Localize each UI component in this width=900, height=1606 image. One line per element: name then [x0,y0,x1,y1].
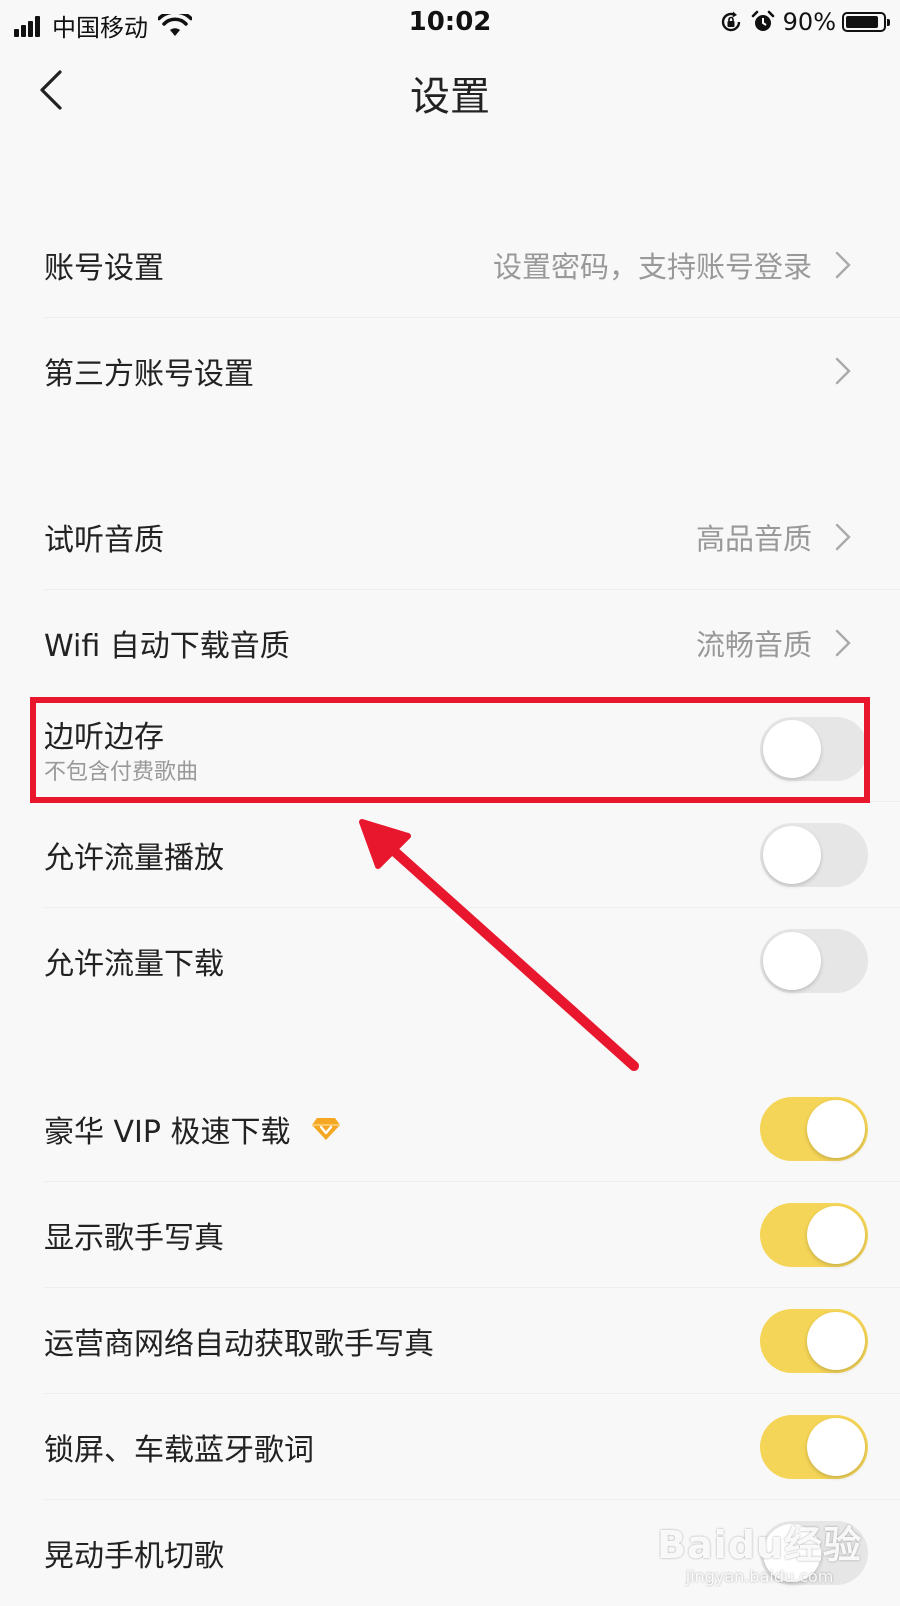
row-value: 设置密码，支持账号登录 [492,250,812,284]
row-allow-data-download: 允许流量下载 [0,908,900,1014]
row-label: 允许流量播放 [44,841,224,876]
row-wifi-download-quality[interactable]: Wifi 自动下载音质 流畅音质 [0,590,900,696]
row-carrier-auto-artist-photo: 运营商网络自动获取歌手写真 [0,1288,900,1394]
status-bar: 中国移动 10:02 90% [0,0,900,46]
chevron-right-icon [835,251,851,279]
watermark-logo: Baidu经验 [657,1523,862,1567]
chevron-right-icon [835,357,851,385]
toggle-switch[interactable] [760,1203,868,1267]
row-account-settings[interactable]: 账号设置 设置密码，支持账号登录 [0,212,900,318]
row-label: 豪华 VIP 极速下载 [44,1115,291,1150]
vip-diamond-icon [311,1118,340,1140]
row-preview-quality[interactable]: 试听音质 高品音质 [0,484,900,590]
row-label: 试听音质 [44,523,164,558]
row-label: 运营商网络自动获取歌手写真 [44,1327,434,1362]
toggle-knob [807,1418,865,1476]
row-label: 锁屏、车载蓝牙歌词 [44,1433,314,1468]
battery-cap [887,19,890,26]
toggle-knob [807,1206,865,1264]
chevron-right-icon [835,523,851,551]
watermark-url: jingyan.baidu.com [685,1567,834,1586]
row-lockscreen-lyrics: 锁屏、车载蓝牙歌词 [0,1394,900,1500]
toggle-switch[interactable] [760,929,868,993]
toggle-switch[interactable] [760,1309,868,1373]
row-allow-data-play: 允许流量播放 [0,802,900,908]
row-label: 第三方账号设置 [44,357,254,392]
toggle-knob [763,932,821,990]
battery-percent: 90% [782,8,836,36]
status-right: 90% [719,8,890,36]
alarm-icon [751,10,774,31]
toggle-knob [763,826,821,884]
row-label-wrap: 豪华 VIP 极速下载 [44,1107,341,1151]
row-show-artist-photo: 显示歌手写真 [0,1182,900,1288]
rotation-lock-icon [721,11,740,32]
row-label: 允许流量下载 [44,947,224,982]
row-label: Wifi 自动下载音质 [44,629,290,664]
row-third-party-account[interactable]: 第三方账号设置 [0,318,900,424]
battery-icon [842,12,890,32]
chevron-right-icon [835,629,851,657]
row-vip-fast-download: 豪华 VIP 极速下载 [0,1076,900,1182]
highlight-box [30,697,870,803]
toggle-switch[interactable] [760,1415,868,1479]
row-label: 账号设置 [44,251,164,286]
page-title: 设置 [410,74,490,120]
toggle-switch[interactable] [760,1097,868,1161]
toggle-knob [807,1312,865,1370]
row-label: 显示歌手写真 [44,1221,224,1256]
row-label: 晃动手机切歌 [44,1539,224,1574]
toggle-knob [807,1100,865,1158]
battery-fill [846,16,879,28]
row-value: 流畅音质 [695,628,812,662]
toggle-switch[interactable] [760,823,868,887]
row-value: 高品音质 [695,522,812,556]
baidu-watermark: Baidu经验 jingyan.baidu.com [657,1514,862,1586]
